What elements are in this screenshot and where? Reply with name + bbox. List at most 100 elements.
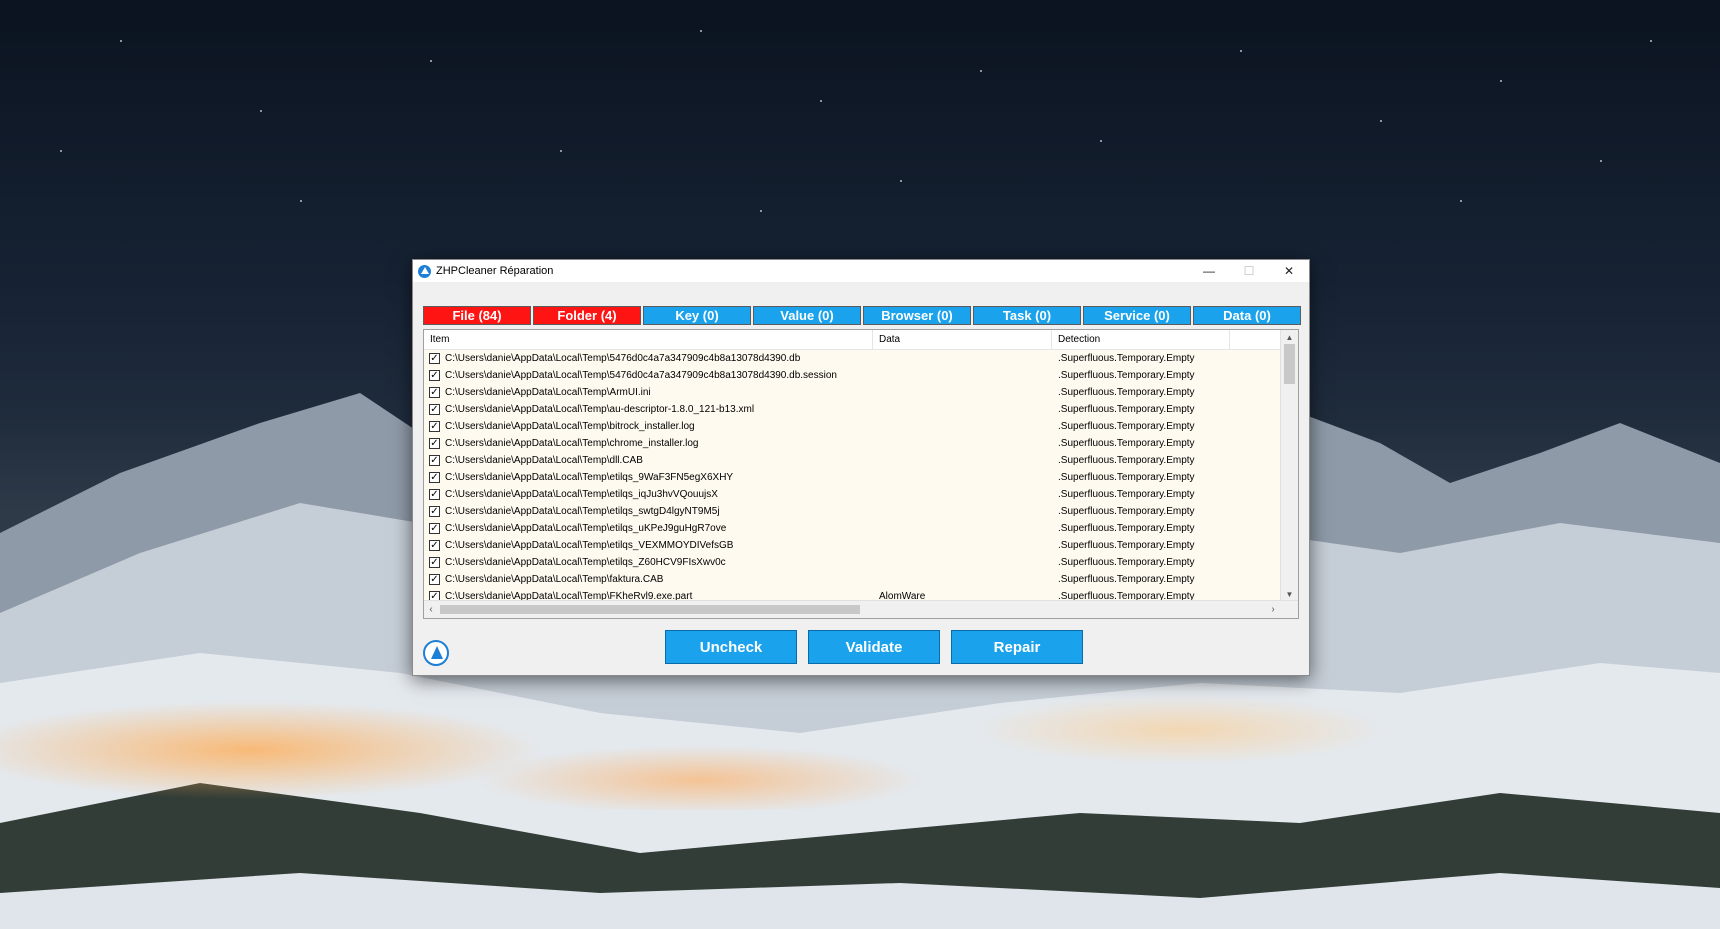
row-detection-cell: .Superfluous.Temporary.Empty: [1058, 370, 1195, 381]
row-detection-cell: .Superfluous.Temporary.Empty: [1058, 387, 1195, 398]
row-detection-cell: .Superfluous.Temporary.Empty: [1058, 523, 1195, 534]
row-item-cell: ✓ C:\Users\danie\AppData\Local\Temp\ArmUI…: [424, 387, 873, 398]
star: [1460, 200, 1462, 202]
village-lights: [0, 690, 1720, 810]
row-checkbox[interactable]: ✓: [429, 438, 440, 449]
row-item-path: C:\Users\danie\AppData\Local\Temp\5476d0…: [445, 370, 837, 381]
table-row[interactable]: ✓ C:\Users\danie\AppData\Local\Temp\etilq…: [424, 486, 1298, 503]
table-row[interactable]: ✓ C:\Users\danie\AppData\Local\Temp\au-de…: [424, 401, 1298, 418]
row-checkbox[interactable]: ✓: [429, 540, 440, 551]
star: [980, 70, 982, 72]
table-row[interactable]: ✓ C:\Users\danie\AppData\Local\Temp\bitro…: [424, 418, 1298, 435]
row-checkbox[interactable]: ✓: [429, 489, 440, 500]
title-bar[interactable]: ZHPCleaner Réparation — ☐ ✕: [413, 260, 1309, 282]
table-row[interactable]: ✓ C:\Users\danie\AppData\Local\Temp\chrom…: [424, 435, 1298, 452]
minimize-button[interactable]: —: [1189, 260, 1229, 282]
tab-folder[interactable]: Folder (4): [533, 306, 641, 325]
row-detection-cell: .Superfluous.Temporary.Empty: [1058, 574, 1195, 585]
table-row[interactable]: ✓ C:\Users\danie\AppData\Local\Temp\faktu…: [424, 571, 1298, 588]
row-checkbox[interactable]: ✓: [429, 523, 440, 534]
row-checkbox[interactable]: ✓: [429, 353, 440, 364]
table-row[interactable]: ✓ C:\Users\danie\AppData\Local\Temp\5476d…: [424, 367, 1298, 384]
column-header-detection[interactable]: Detection: [1052, 330, 1230, 349]
row-detection-cell: .Superfluous.Temporary.Empty: [1058, 540, 1195, 551]
table-row[interactable]: ✓ C:\Users\danie\AppData\Local\Temp\5476d…: [424, 350, 1298, 367]
column-header-data[interactable]: Data: [873, 330, 1052, 349]
tab-task[interactable]: Task (0): [973, 306, 1081, 325]
tab-service[interactable]: Service (0): [1083, 306, 1191, 325]
table-row[interactable]: ✓ C:\Users\danie\AppData\Local\Temp\etilq…: [424, 537, 1298, 554]
row-detection-cell: .Superfluous.Temporary.Empty: [1058, 557, 1195, 568]
row-item-cell: ✓ C:\Users\danie\AppData\Local\Temp\faktu…: [424, 574, 873, 585]
scroll-left-icon[interactable]: ‹: [424, 601, 438, 618]
tab-file[interactable]: File (84): [423, 306, 531, 325]
star: [760, 210, 762, 212]
row-item-path: C:\Users\danie\AppData\Local\Temp\au-des…: [445, 404, 755, 415]
star: [60, 150, 62, 152]
validate-button[interactable]: Validate: [808, 630, 940, 664]
star: [1240, 50, 1242, 52]
tab-browser[interactable]: Browser (0): [863, 306, 971, 325]
list-rows: ✓ C:\Users\danie\AppData\Local\Temp\5476d…: [424, 350, 1298, 605]
row-checkbox[interactable]: ✓: [429, 557, 440, 568]
row-detection-cell: .Superfluous.Temporary.Empty: [1058, 421, 1195, 432]
row-detection-cell: .Superfluous.Temporary.Empty: [1058, 404, 1195, 415]
vertical-scrollbar[interactable]: ▲ ▼: [1280, 330, 1298, 601]
horizontal-scrollbar[interactable]: ‹ ›: [424, 600, 1298, 618]
scroll-down-icon[interactable]: ▼: [1281, 587, 1298, 601]
window-title: ZHPCleaner Réparation: [436, 265, 554, 277]
star: [120, 40, 122, 42]
table-row[interactable]: ✓ C:\Users\danie\AppData\Local\Temp\etilq…: [424, 503, 1298, 520]
tab-value[interactable]: Value (0): [753, 306, 861, 325]
row-checkbox[interactable]: ✓: [429, 574, 440, 585]
row-checkbox[interactable]: ✓: [429, 472, 440, 483]
row-detection-cell: .Superfluous.Temporary.Empty: [1058, 438, 1195, 449]
row-checkbox[interactable]: ✓: [429, 506, 440, 517]
table-row[interactable]: ✓ C:\Users\danie\AppData\Local\Temp\dll.C…: [424, 452, 1298, 469]
star: [560, 150, 562, 152]
vertical-scroll-thumb[interactable]: [1284, 344, 1295, 384]
row-item-path: C:\Users\danie\AppData\Local\Temp\etilqs…: [445, 506, 720, 517]
row-checkbox[interactable]: ✓: [429, 455, 440, 466]
row-item-cell: ✓ C:\Users\danie\AppData\Local\Temp\5476d…: [424, 353, 873, 364]
row-item-cell: ✓ C:\Users\danie\AppData\Local\Temp\5476d…: [424, 370, 873, 381]
app-icon: [418, 264, 431, 278]
row-item-cell: ✓ C:\Users\danie\AppData\Local\Temp\etilq…: [424, 523, 873, 534]
row-item-path: C:\Users\danie\AppData\Local\Temp\etilqs…: [445, 523, 727, 534]
uncheck-button[interactable]: Uncheck: [665, 630, 797, 664]
table-row[interactable]: ✓ C:\Users\danie\AppData\Local\Temp\etilq…: [424, 469, 1298, 486]
row-checkbox[interactable]: ✓: [429, 387, 440, 398]
zhpcleaner-window: ZHPCleaner Réparation — ☐ ✕ File (84) Fo…: [412, 259, 1310, 676]
table-row[interactable]: ✓ C:\Users\danie\AppData\Local\Temp\ArmUI…: [424, 384, 1298, 401]
star: [900, 180, 902, 182]
scroll-up-icon[interactable]: ▲: [1281, 330, 1298, 344]
action-buttons: Uncheck Validate Repair: [665, 630, 1083, 664]
row-item-path: C:\Users\danie\AppData\Local\Temp\5476d0…: [445, 353, 801, 364]
star: [300, 200, 302, 202]
row-detection-cell: .Superfluous.Temporary.Empty: [1058, 506, 1195, 517]
row-item-cell: ✓ C:\Users\danie\AppData\Local\Temp\au-de…: [424, 404, 873, 415]
close-button[interactable]: ✕: [1269, 260, 1309, 282]
row-checkbox[interactable]: ✓: [429, 421, 440, 432]
row-item-cell: ✓ C:\Users\danie\AppData\Local\Temp\bitro…: [424, 421, 873, 432]
tab-key[interactable]: Key (0): [643, 306, 751, 325]
repair-button[interactable]: Repair: [951, 630, 1083, 664]
tab-data[interactable]: Data (0): [1193, 306, 1301, 325]
table-row[interactable]: ✓ C:\Users\danie\AppData\Local\Temp\etilq…: [424, 554, 1298, 571]
row-checkbox[interactable]: ✓: [429, 404, 440, 415]
star: [430, 60, 432, 62]
column-header-item[interactable]: Item: [424, 330, 873, 349]
detections-list: Item Data Detection ✓ C:\Users\danie\AppD…: [423, 329, 1299, 619]
scroll-right-icon[interactable]: ›: [1266, 601, 1280, 618]
star: [1600, 160, 1602, 162]
row-item-cell: ✓ C:\Users\danie\AppData\Local\Temp\etilq…: [424, 489, 873, 500]
horizontal-scroll-thumb[interactable]: [440, 605, 860, 614]
row-detection-cell: .Superfluous.Temporary.Empty: [1058, 489, 1195, 500]
zhpcleaner-logo-icon: [423, 640, 449, 666]
star: [1380, 120, 1382, 122]
row-detection-cell: .Superfluous.Temporary.Empty: [1058, 455, 1195, 466]
row-item-path: C:\Users\danie\AppData\Local\Temp\ArmUI.…: [445, 387, 651, 398]
maximize-button[interactable]: ☐: [1229, 260, 1269, 282]
row-checkbox[interactable]: ✓: [429, 370, 440, 381]
table-row[interactable]: ✓ C:\Users\danie\AppData\Local\Temp\etilq…: [424, 520, 1298, 537]
